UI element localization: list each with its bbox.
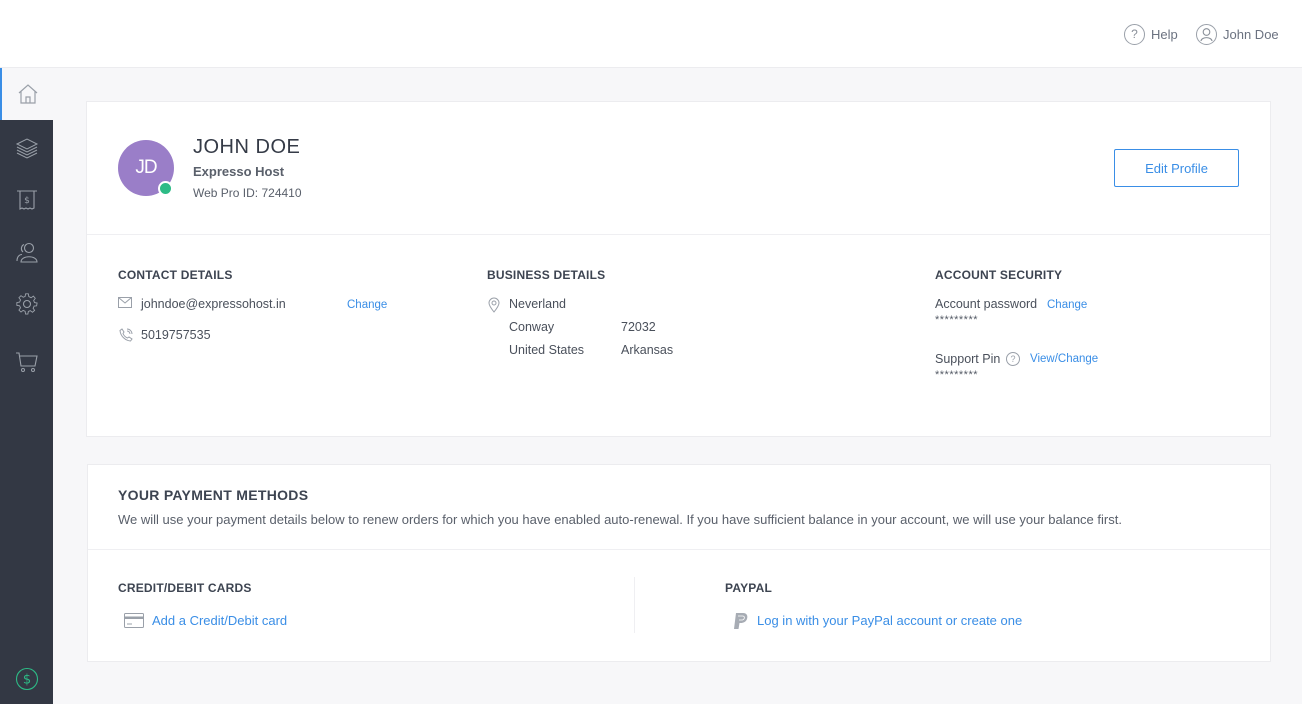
dollar-circle-icon: $: [15, 667, 38, 691]
business-details-title: BUSINESS DETAILS: [487, 268, 606, 282]
business-state: Arkansas: [621, 343, 674, 357]
change-email-link[interactable]: Change: [347, 299, 387, 311]
sidebar-item-cart[interactable]: [0, 336, 53, 388]
user-icon: [1196, 23, 1217, 45]
profile-card: JD JOHN DOE Expresso Host Web Pro ID: 72…: [86, 101, 1271, 437]
profile-company: Expresso Host: [193, 164, 285, 179]
layers-icon: [15, 138, 38, 159]
account-security-title: ACCOUNT SECURITY: [935, 268, 1063, 282]
paypal-login-link[interactable]: Log in with your PayPal account or creat…: [757, 613, 1022, 628]
payment-methods-description: We will use your payment details below t…: [118, 512, 1122, 527]
help-link[interactable]: ? Help: [1124, 22, 1178, 46]
sidebar-item-balance[interactable]: $: [0, 653, 53, 704]
password-mask: *********: [935, 314, 979, 326]
sidebar: $ $: [0, 68, 53, 704]
user-name: John Doe: [1223, 26, 1279, 42]
email-icon: [118, 297, 132, 308]
business-zip: 72032: [621, 320, 656, 334]
location-pin-icon: [488, 297, 500, 313]
payment-methods-card: YOUR PAYMENT METHODS We will use your pa…: [87, 464, 1271, 662]
web-pro-id: Web Pro ID: 724410: [193, 186, 302, 200]
business-address-line1: Neverland: [509, 297, 566, 311]
sidebar-item-customers[interactable]: [0, 226, 53, 278]
view-change-pin-link[interactable]: View/Change: [1030, 353, 1098, 365]
gear-icon: [15, 293, 38, 315]
paypal-title: PAYPAL: [725, 581, 772, 595]
paypal-icon: [734, 613, 748, 629]
business-city: Conway: [509, 320, 555, 334]
help-icon: ?: [1124, 23, 1145, 45]
users-icon: [15, 242, 38, 263]
contact-phone: 5019757535: [141, 328, 211, 342]
payment-methods-title: YOUR PAYMENT METHODS: [118, 487, 309, 503]
phone-icon: [119, 328, 133, 342]
credit-card-icon: [124, 613, 144, 628]
sidebar-item-settings[interactable]: [0, 278, 53, 330]
contact-details-title: CONTACT DETAILS: [118, 268, 233, 282]
business-country: United States: [509, 343, 585, 357]
credit-cards-title: CREDIT/DEBIT CARDS: [118, 581, 252, 595]
user-menu[interactable]: John Doe: [1196, 22, 1279, 46]
add-card-link[interactable]: Add a Credit/Debit card: [152, 613, 287, 628]
sidebar-item-home[interactable]: [0, 68, 53, 120]
svg-text:$: $: [24, 196, 30, 206]
divider-vertical: [634, 577, 635, 633]
support-pin-label: Support Pin: [935, 352, 1001, 366]
contact-email: johndoe@expressohost.in: [141, 297, 286, 311]
sidebar-item-billing[interactable]: $: [0, 174, 53, 226]
support-pin-help-icon[interactable]: ?: [1006, 352, 1020, 366]
svg-text:$: $: [22, 673, 30, 688]
cart-icon: [15, 352, 38, 372]
receipt-icon: $: [16, 190, 37, 210]
pin-mask: *********: [935, 369, 979, 381]
divider: [87, 234, 1270, 235]
help-label: Help: [1151, 26, 1178, 42]
home-icon: [18, 84, 37, 104]
account-password-label: Account password: [935, 297, 1038, 311]
top-header: ? Help John Doe: [0, 0, 1302, 68]
divider: [88, 549, 1270, 550]
edit-profile-button[interactable]: Edit Profile: [1114, 149, 1239, 187]
online-status-indicator: [158, 181, 173, 196]
profile-name: JOHN DOE: [193, 136, 301, 158]
change-password-link[interactable]: Change: [1047, 299, 1087, 311]
sidebar-item-products[interactable]: [0, 122, 53, 174]
